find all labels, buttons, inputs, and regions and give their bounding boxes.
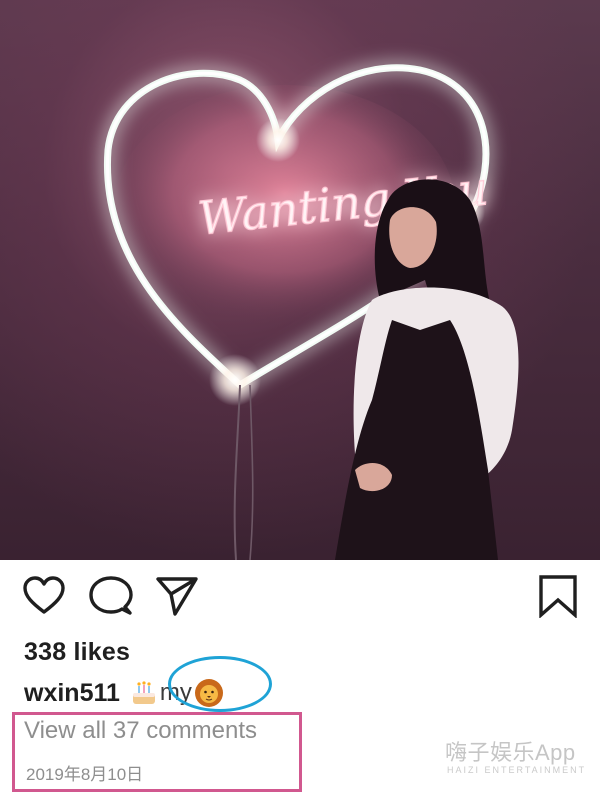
share-button[interactable] [155, 574, 199, 618]
save-button[interactable] [536, 574, 580, 619]
heart-outline-icon [23, 576, 65, 614]
highlight-circle [168, 656, 272, 712]
watermark-subtitle: HAIZI ENTERTAINMENT [447, 765, 587, 775]
speech-bubble-icon [89, 576, 133, 615]
caption-username[interactable]: wxin511 [24, 679, 120, 708]
comment-button[interactable] [89, 574, 133, 618]
neon-heart-photo: Wanting You [103, 64, 519, 560]
like-button[interactable] [22, 574, 66, 618]
watermark-logo: 嗨子娱乐App [445, 740, 576, 765]
highlight-box [12, 712, 302, 792]
action-bar [0, 574, 600, 624]
like-count[interactable]: 338 likes [24, 638, 130, 667]
bookmark-icon [539, 575, 577, 619]
paper-plane-icon [156, 577, 198, 616]
post-photo[interactable]: Wanting You [0, 0, 600, 560]
birthday-cake-emoji [132, 681, 155, 704]
